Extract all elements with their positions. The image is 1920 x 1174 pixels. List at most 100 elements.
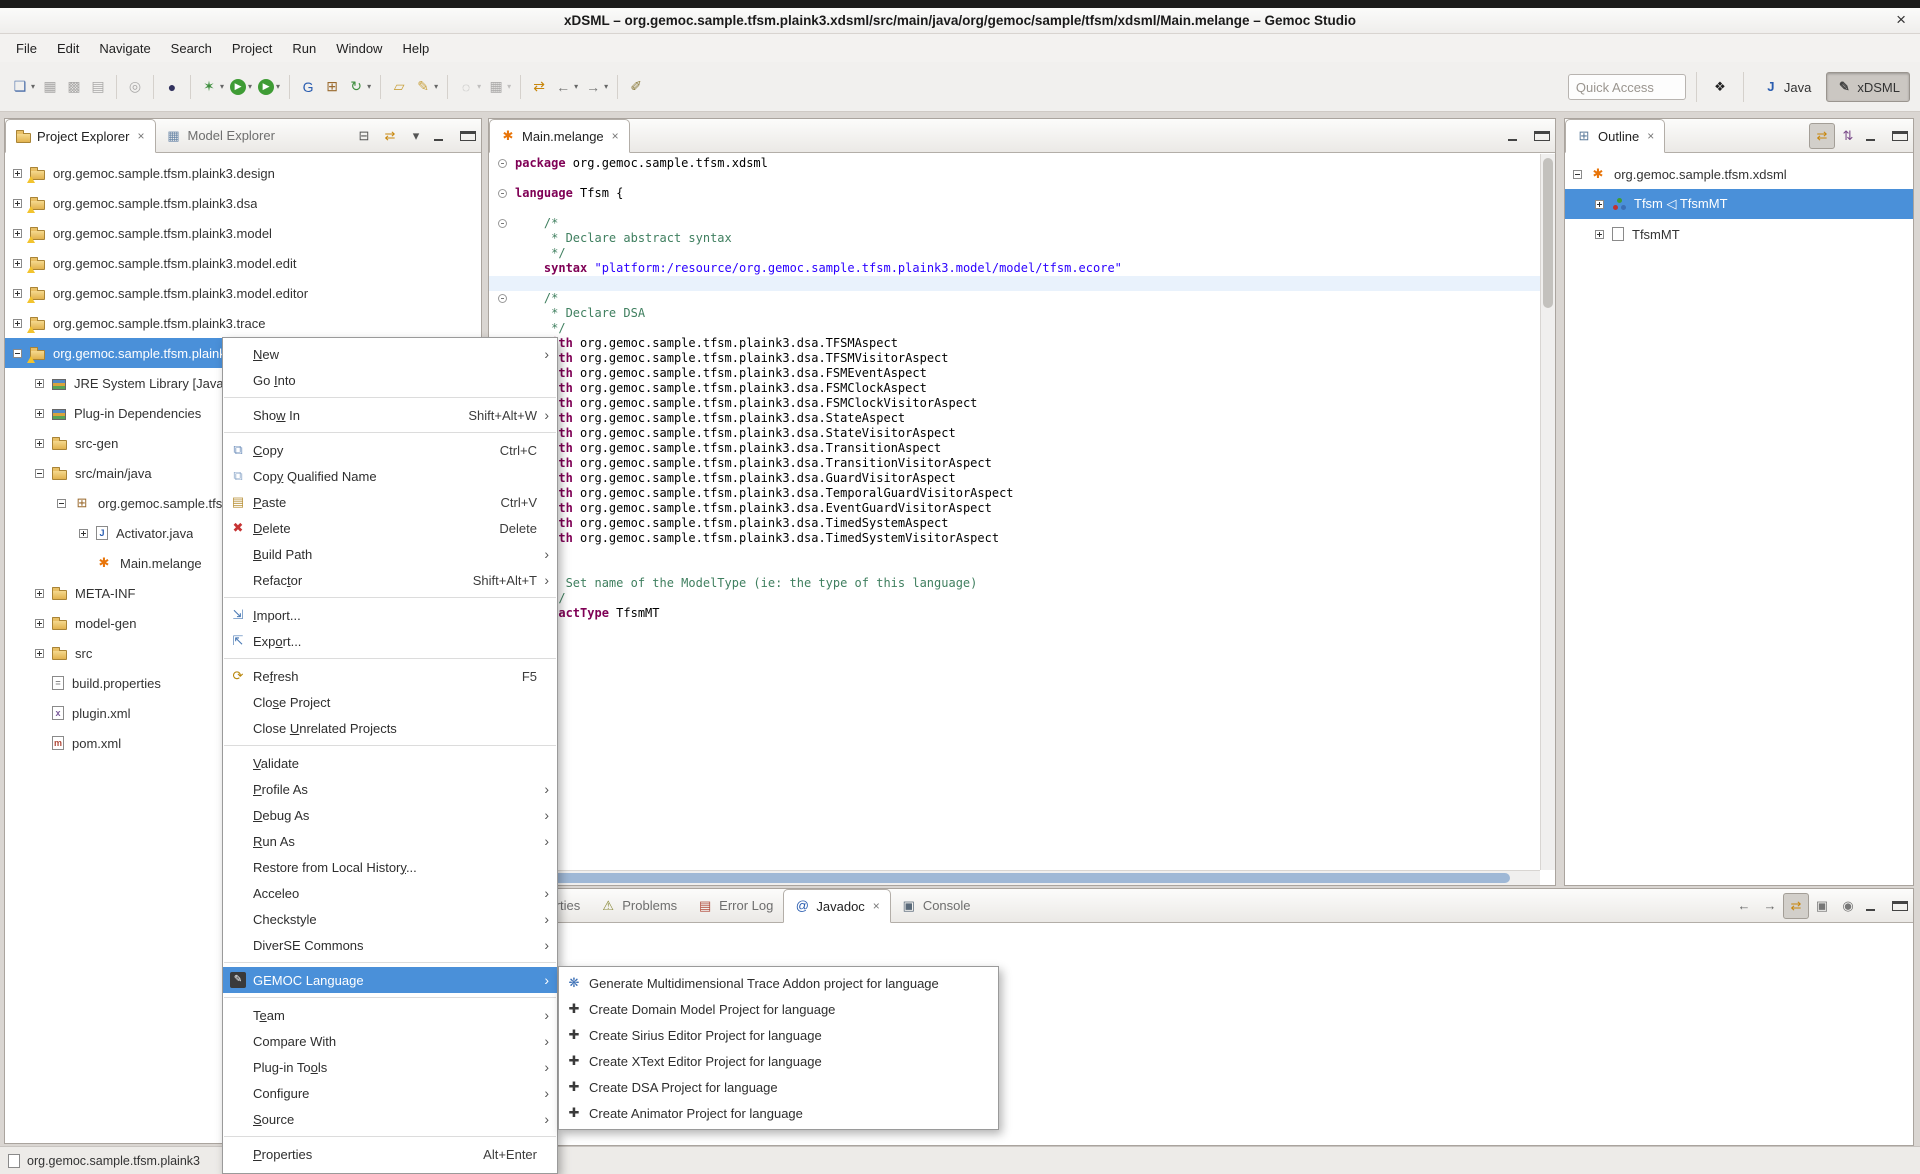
menu-item-diverse-commons[interactable]: DiverSE Commons› <box>223 932 557 958</box>
max-button[interactable] <box>1887 893 1913 919</box>
min-button[interactable] <box>1861 893 1887 919</box>
dropdown-caret-icon[interactable]: ▾ <box>574 82 578 91</box>
sort-button[interactable]: ⇅ <box>1835 123 1861 149</box>
forward-button[interactable]: → <box>1757 893 1783 919</box>
close-tab-icon[interactable]: × <box>873 899 880 913</box>
menu-item-build-path[interactable]: Build Path› <box>223 541 557 567</box>
link-button[interactable]: ⇄ <box>1783 893 1809 919</box>
menu-item-paste[interactable]: ▤PasteCtrl+V <box>223 489 557 515</box>
menu-item-compare-with[interactable]: Compare With› <box>223 1028 557 1054</box>
submenu-item-create-xtext-editor-project-for-language[interactable]: ✚Create XText Editor Project for languag… <box>559 1048 998 1074</box>
profile-button[interactable]: ▶▾ <box>255 73 283 101</box>
perspective-xdsml[interactable]: ✎xDSML <box>1826 72 1910 102</box>
menu-item-restore-from-local-history[interactable]: Restore from Local History... <box>223 854 557 880</box>
menubar-item-file[interactable]: File <box>6 36 47 61</box>
dropdown-caret-icon[interactable]: ▾ <box>367 82 371 91</box>
menu-item-go-into[interactable]: Go Into <box>223 367 557 393</box>
tree-item-org-gemoc-sample-tfsm-plaink3-model-editor[interactable]: org.gemoc.sample.tfsm.plaink3.model.edit… <box>5 278 481 308</box>
coverage-button[interactable]: ▦▾ <box>484 73 514 101</box>
menu-item-import[interactable]: ⇲Import... <box>223 602 557 628</box>
close-tab-icon[interactable]: × <box>1647 129 1654 143</box>
tab-main-melange[interactable]: ✱Main.melange× <box>489 119 630 153</box>
tree-item-org-gemoc-sample-tfsm-xdsml[interactable]: ✱org.gemoc.sample.tfsm.xdsml <box>1565 159 1913 189</box>
tree-item-org-gemoc-sample-tfsm-plaink3-model-edit[interactable]: org.gemoc.sample.tfsm.plaink3.model.edit <box>5 248 481 278</box>
new-package-button[interactable]: ⊞ <box>320 73 344 101</box>
collapse-icon[interactable] <box>57 499 66 508</box>
expand-icon[interactable] <box>13 289 22 298</box>
submenu-item-create-domain-model-project-for-language[interactable]: ✚Create Domain Model Project for languag… <box>559 996 998 1022</box>
skip-breakpoints-button[interactable]: ◌▾ <box>454 73 484 101</box>
close-window-button[interactable]: × <box>1896 10 1906 30</box>
expand-icon[interactable] <box>35 619 44 628</box>
fold-collapse-icon[interactable] <box>498 294 507 303</box>
tree-item-org-gemoc-sample-tfsm-plaink3-dsa[interactable]: org.gemoc.sample.tfsm.plaink3.dsa <box>5 188 481 218</box>
max-button[interactable] <box>1529 123 1555 149</box>
tree-item-tfsm-tfsmmt[interactable]: Tfsm ◁ TfsmMT <box>1565 189 1913 219</box>
new-wizard-button[interactable]: ❏▾ <box>8 73 38 101</box>
scrollbar-thumb[interactable] <box>1543 158 1553 308</box>
new-melange-project-button[interactable]: G <box>296 73 320 101</box>
expand-icon[interactable] <box>13 199 22 208</box>
dropdown-caret-icon[interactable]: ▾ <box>604 82 608 91</box>
menu-item-team[interactable]: Team› <box>223 1002 557 1028</box>
fold-region[interactable] <box>489 186 515 201</box>
debug-button[interactable]: ✶▾ <box>197 73 227 101</box>
menu-item-show-in[interactable]: Show InShift+Alt+W› <box>223 402 557 428</box>
min-button[interactable] <box>429 123 455 149</box>
collapse-icon[interactable] <box>35 469 44 478</box>
expand-icon[interactable] <box>13 229 22 238</box>
menu-item-validate[interactable]: Validate <box>223 750 557 776</box>
menu-item-refactor[interactable]: RefactorShift+Alt+T› <box>223 567 557 593</box>
expand-icon[interactable] <box>13 259 22 268</box>
expand-icon[interactable] <box>35 439 44 448</box>
menu-item-copy-qualified-name[interactable]: ⧉Copy Qualified Name <box>223 463 557 489</box>
tab-error-log[interactable]: ▤Error Log <box>687 889 783 922</box>
collapse-icon[interactable] <box>13 349 22 358</box>
menu-item-configure[interactable]: Configure› <box>223 1080 557 1106</box>
fold-region[interactable] <box>489 216 515 231</box>
tree-item-org-gemoc-sample-tfsm-plaink3-model[interactable]: org.gemoc.sample.tfsm.plaink3.model <box>5 218 481 248</box>
forward-history-button[interactable]: →▾ <box>581 73 611 101</box>
tab-model-explorer[interactable]: ▦Model Explorer <box>156 119 285 152</box>
collapse-all-button[interactable]: ⊟ <box>351 123 377 149</box>
menu-item-profile-as[interactable]: Profile As› <box>223 776 557 802</box>
expand-icon[interactable] <box>35 409 44 418</box>
search-button[interactable]: ✐ <box>624 73 648 101</box>
dropdown-caret-icon[interactable]: ▾ <box>31 82 35 91</box>
expand-icon[interactable] <box>35 589 44 598</box>
save-button[interactable]: ▦ <box>38 73 62 101</box>
dropdown-caret-icon[interactable]: ▾ <box>477 82 481 91</box>
expand-icon[interactable] <box>13 319 22 328</box>
expand-icon[interactable] <box>1595 230 1604 239</box>
expand-icon[interactable] <box>35 649 44 658</box>
fold-region[interactable] <box>489 291 515 306</box>
tree-item-tfsmmt[interactable]: TfsmMT <box>1565 219 1913 249</box>
tree-item-org-gemoc-sample-tfsm-plaink3-trace[interactable]: org.gemoc.sample.tfsm.plaink3.trace <box>5 308 481 338</box>
pin-button[interactable]: ◉ <box>1835 893 1861 919</box>
menubar-item-run[interactable]: Run <box>282 36 326 61</box>
run-last-tool-button[interactable]: ◎ <box>123 73 147 101</box>
menu-item-refresh[interactable]: ⟳RefreshF5 <box>223 663 557 689</box>
menubar-item-search[interactable]: Search <box>161 36 222 61</box>
menu-item-delete[interactable]: ✖DeleteDelete <box>223 515 557 541</box>
editor-vertical-scrollbar[interactable] <box>1540 154 1555 870</box>
expand-icon[interactable] <box>35 379 44 388</box>
expand-icon[interactable] <box>1595 200 1604 209</box>
back-history-button[interactable]: ←▾ <box>551 73 581 101</box>
dropdown-caret-icon[interactable]: ▾ <box>276 82 280 91</box>
tab-outline[interactable]: ⊞Outline× <box>1565 119 1665 153</box>
quick-access-input[interactable] <box>1568 74 1686 100</box>
link-button[interactable]: ⇄ <box>1809 123 1835 149</box>
expand-icon[interactable] <box>13 169 22 178</box>
annotate-button[interactable]: ✎▾ <box>411 73 441 101</box>
menu-item-properties[interactable]: PropertiesAlt+Enter <box>223 1141 557 1167</box>
fold-collapse-icon[interactable] <box>498 159 507 168</box>
menu-item-plug-in-tools[interactable]: Plug-in Tools› <box>223 1054 557 1080</box>
code-editor[interactable]: package org.gemoc.sample.tfsm.xdsmllangu… <box>489 154 1540 870</box>
menu-item-gemoc-language[interactable]: ✎GEMOC Language› <box>223 967 557 993</box>
menu-item-export[interactable]: ⇱Export... <box>223 628 557 654</box>
view-menu-button[interactable]: ▾ <box>403 123 429 149</box>
menu-item-close-project[interactable]: Close Project <box>223 689 557 715</box>
dropdown-caret-icon[interactable]: ▾ <box>434 82 438 91</box>
submenu-item-create-animator-project-for-language[interactable]: ✚Create Animator Project for language <box>559 1100 998 1126</box>
